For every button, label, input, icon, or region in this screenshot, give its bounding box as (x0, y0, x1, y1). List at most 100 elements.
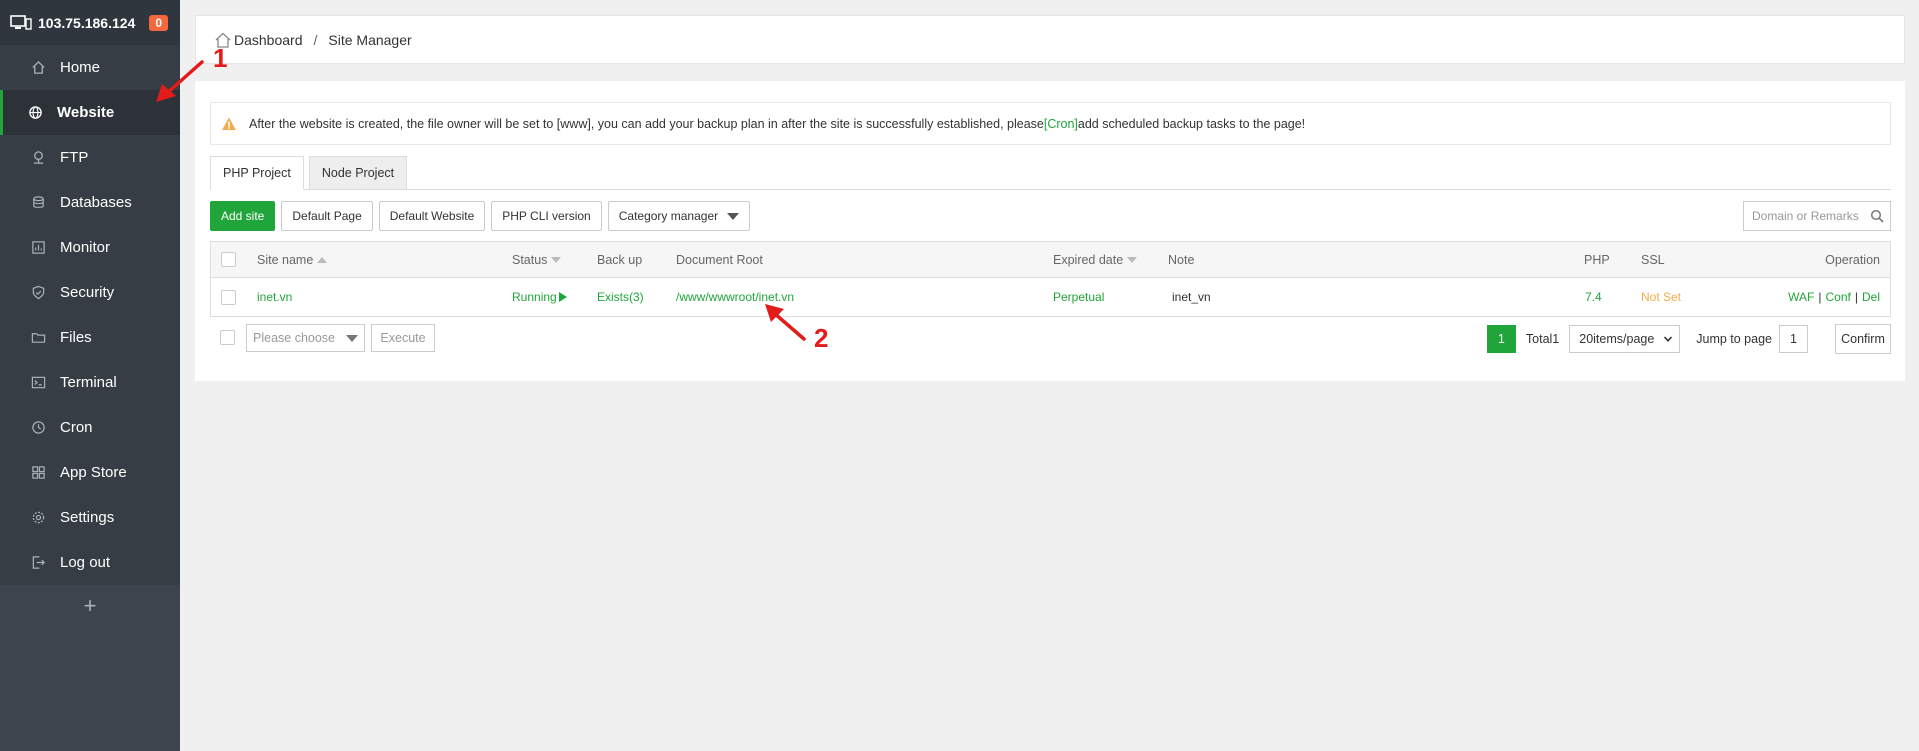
clock-icon (30, 420, 46, 436)
select-all-checkbox[interactable] (221, 252, 236, 267)
sidebar-item-label: Home (60, 59, 101, 76)
annotation-number-2: 2 (814, 323, 829, 353)
sidebar-item-label: Databases (60, 194, 132, 211)
execute-button[interactable]: Execute (371, 324, 435, 352)
breadcrumb-separator: / (313, 31, 318, 48)
database-icon (30, 195, 46, 211)
terminal-icon (30, 375, 46, 391)
add-site-button[interactable]: Add site (210, 201, 276, 231)
sidebar-add-button[interactable]: + (0, 585, 180, 627)
sidebar-item-label: Settings (60, 509, 115, 526)
sidebar-item-settings[interactable]: Settings (0, 495, 180, 540)
sidebar-item-cron[interactable]: Cron (0, 405, 180, 450)
server-ip: 103.75.186.124 (38, 14, 136, 31)
table-row: inet.vn Running Exists(3) /www/wwwroot/i… (211, 278, 1890, 316)
sidebar-item-ftp[interactable]: FTP (0, 135, 180, 180)
row-checkbox[interactable] (221, 289, 236, 305)
table-footer: Please choose Execute 1 Total1 20items/p… (210, 324, 1891, 354)
site-manager-panel: After the website is created, the file o… (195, 81, 1905, 381)
sidebar-item-files[interactable]: Files (0, 315, 180, 360)
sites-table: Site name Status Back up Document Root E… (210, 241, 1891, 317)
waf-link[interactable]: WAF (1788, 290, 1814, 304)
conf-link[interactable]: Conf (1826, 290, 1851, 304)
search-placeholder: Domain or Remarks (1752, 209, 1859, 223)
alert-cron-link[interactable]: [Cron] (1044, 117, 1078, 131)
batch-select-placeholder: Please choose (253, 331, 336, 345)
alert-text-after: add scheduled backup tasks to the page! (1077, 116, 1306, 131)
header-label: Expired date (1053, 252, 1124, 267)
annotation-arrow-2 (765, 304, 806, 341)
sidebar-item-security[interactable]: Security (0, 270, 180, 315)
sort-up-icon (317, 256, 328, 263)
ftp-icon (30, 150, 46, 166)
status-toggle[interactable]: Running (512, 278, 567, 316)
folder-icon (30, 330, 46, 346)
current-page[interactable]: 1 (1486, 325, 1516, 353)
apps-icon (30, 465, 46, 481)
expired-date-link[interactable]: Perpetual (1053, 278, 1104, 316)
sidebar-item-app-store[interactable]: App Store (0, 450, 180, 495)
note-field[interactable]: inet_vn (1172, 278, 1211, 316)
sidebar-item-label: Cron (60, 419, 93, 436)
sidebar-item-label: Security (60, 284, 115, 301)
sidebar-item-label: App Store (60, 464, 127, 481)
breadcrumb-current: Site Manager (328, 31, 412, 48)
tab-php-project[interactable]: PHP Project (210, 156, 304, 190)
header-label: Site name (257, 252, 314, 267)
search-icon[interactable] (1870, 209, 1884, 223)
header-expired-date[interactable]: Expired date (1053, 242, 1138, 277)
sort-down-icon (551, 256, 562, 263)
server-header: 103.75.186.124 0 (0, 0, 180, 45)
sidebar-item-label: Log out (60, 554, 111, 571)
play-icon (558, 292, 567, 302)
php-cli-version-button[interactable]: PHP CLI version (491, 201, 602, 231)
pagination: 1 Total1 20items/page Jump to page 1 Con… (1486, 324, 1891, 354)
site-name-link[interactable]: inet.vn (257, 278, 292, 316)
php-version-link[interactable]: 7.4 (1585, 278, 1602, 316)
jump-page-input[interactable]: 1 (1779, 325, 1808, 353)
batch-action-select[interactable]: Please choose (246, 324, 365, 352)
page-size-label: 20items/page (1579, 332, 1655, 346)
toolbar: Add site Default Page Default Website PH… (210, 201, 1891, 231)
caret-down-icon (346, 334, 358, 342)
jump-label: Jump to page (1696, 332, 1772, 346)
default-website-button[interactable]: Default Website (378, 201, 486, 231)
header-status[interactable]: Status (512, 242, 562, 277)
tab-node-project[interactable]: Node Project (308, 156, 408, 190)
sidebar-item-label: Files (60, 329, 92, 346)
sidebar-item-monitor[interactable]: Monitor (0, 225, 180, 270)
page-size-select[interactable]: 20items/page (1569, 325, 1681, 353)
sidebar-item-databases[interactable]: Databases (0, 180, 180, 225)
header-operation: Operation (1825, 252, 1880, 267)
backup-link[interactable]: Exists(3) (597, 278, 644, 316)
batch-checkbox[interactable] (220, 330, 235, 345)
ssl-link[interactable]: Not Set (1641, 278, 1681, 316)
header-label: Status (512, 252, 548, 267)
header-ssl: SSL (1641, 252, 1665, 267)
header-document-root: Document Root (676, 252, 763, 267)
sidebar-menu: Home Website FTP Databases Monitor Secur… (0, 45, 180, 585)
status-label: Running (512, 290, 557, 304)
del-link[interactable]: Del (1862, 290, 1880, 304)
breadcrumb-dashboard[interactable]: Dashboard (234, 32, 303, 48)
sidebar-item-terminal[interactable]: Terminal (0, 360, 180, 405)
annotation-number-1: 1 (213, 43, 228, 73)
sidebar-item-logout[interactable]: Log out (0, 540, 180, 585)
notification-badge[interactable]: 0 (149, 14, 169, 31)
search-input[interactable]: Domain or Remarks (1743, 201, 1891, 231)
ops-divider: | (1818, 290, 1822, 304)
confirm-button[interactable]: Confirm (1835, 324, 1891, 354)
warning-icon (222, 117, 236, 130)
ops-divider: | (1854, 290, 1858, 304)
monitor-icon (30, 240, 46, 256)
sidebar-item-label: FTP (60, 149, 89, 166)
category-manager-dropdown[interactable]: Category manager (607, 201, 751, 231)
header-site-name[interactable]: Site name (257, 242, 328, 277)
sidebar-item-label: Website (57, 104, 115, 121)
default-page-button[interactable]: Default Page (281, 201, 373, 231)
chevron-down-icon (1664, 336, 1673, 342)
shield-icon (30, 285, 46, 301)
info-alert: After the website is created, the file o… (210, 102, 1891, 145)
breadcrumb: Dashboard / Site Manager (195, 15, 1905, 64)
sidebar-item-label: Monitor (60, 239, 111, 256)
